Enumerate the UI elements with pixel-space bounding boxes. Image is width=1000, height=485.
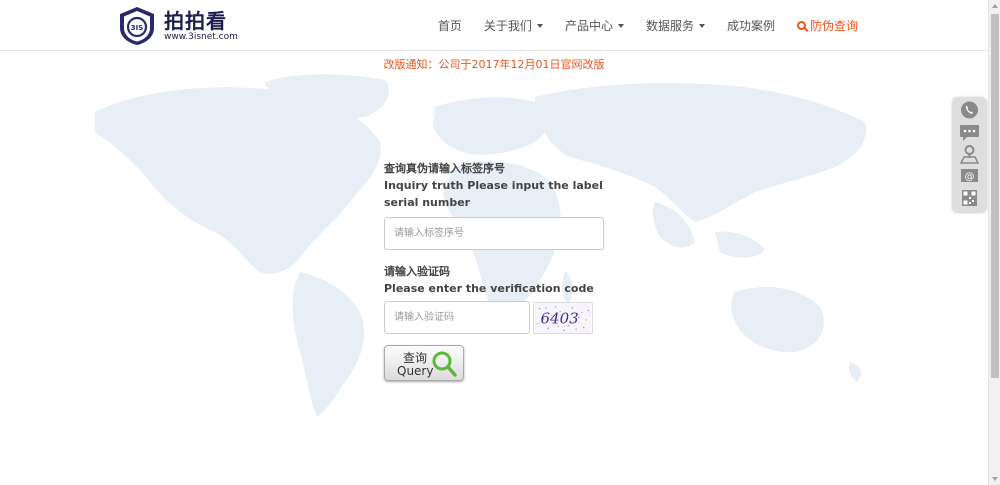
caret-down-icon (617, 23, 624, 28)
query-form: 查询真伪请输入标签序号 Inquiry truth Please input t… (384, 160, 614, 381)
serial-label-cn: 查询真伪请输入标签序号 (384, 162, 505, 175)
verification-code-input[interactable] (384, 301, 530, 334)
nav-label: 首页 (437, 19, 462, 33)
search-icon (796, 21, 806, 30)
nav-label: 关于我们 (483, 19, 532, 33)
nav-label: 数据服务 (645, 19, 694, 33)
code-label-en: Please enter the verification code (384, 282, 594, 295)
brand-name: 拍拍看 (164, 9, 227, 33)
captcha-text: 6403 (541, 309, 579, 327)
query-button[interactable]: 查询 Query (384, 345, 464, 381)
query-button-label-en: Query (397, 364, 434, 378)
svg-text:@: @ (965, 172, 975, 183)
nav-item-home[interactable]: 首页 (438, 17, 462, 34)
phone-icon[interactable] (958, 100, 981, 120)
nav-label: 防伪查询 (809, 19, 858, 33)
nav-item-cases[interactable]: 成功案例 (727, 17, 775, 34)
serial-label-en: Inquiry truth Please input the label ser… (384, 179, 603, 209)
nav-item-data-services[interactable]: 数据服务 (646, 17, 705, 34)
code-label-cn: 请输入验证码 (384, 265, 450, 278)
captcha-image[interactable]: 6403 (533, 301, 593, 334)
brand-shield-icon: 3IS (120, 7, 154, 45)
qrcode-icon[interactable] (958, 188, 981, 208)
caret-down-icon (536, 23, 543, 28)
chat-icon[interactable] (958, 122, 981, 142)
scroll-down-arrow-icon[interactable] (992, 477, 998, 481)
logo-initials: 3IS (131, 24, 144, 32)
contact-sidebar: @ (952, 97, 987, 213)
nav-item-products[interactable]: 产品中心 (565, 17, 624, 34)
brand-logo[interactable]: 3IS 拍拍看 www.3isnet.com (118, 6, 238, 46)
serial-number-input[interactable] (384, 217, 604, 250)
nav-item-anti-fake-query[interactable]: 防伪查询 (796, 17, 858, 34)
scrollbar-thumb[interactable] (991, 14, 999, 378)
nav-label: 成功案例 (726, 19, 775, 33)
location-icon[interactable] (958, 144, 981, 164)
nav-item-about[interactable]: 关于我们 (484, 17, 543, 34)
scroll-up-arrow-icon[interactable] (992, 4, 998, 8)
caret-down-icon (698, 23, 705, 28)
email-icon[interactable]: @ (958, 166, 981, 186)
nav-label: 产品中心 (564, 19, 613, 33)
page-scrollbar[interactable] (988, 0, 1000, 485)
revision-notice: 改版通知：公司于2017年12月01日官网改版 (383, 58, 605, 71)
top-navbar: 3IS 拍拍看 www.3isnet.com 首页 关于我们 产品中心 数据服务… (0, 0, 988, 51)
magnifier-icon (432, 351, 457, 377)
main-nav: 首页 关于我们 产品中心 数据服务 成功案例 防伪查询 (416, 0, 858, 51)
brand-url: www.3isnet.com (164, 32, 238, 42)
